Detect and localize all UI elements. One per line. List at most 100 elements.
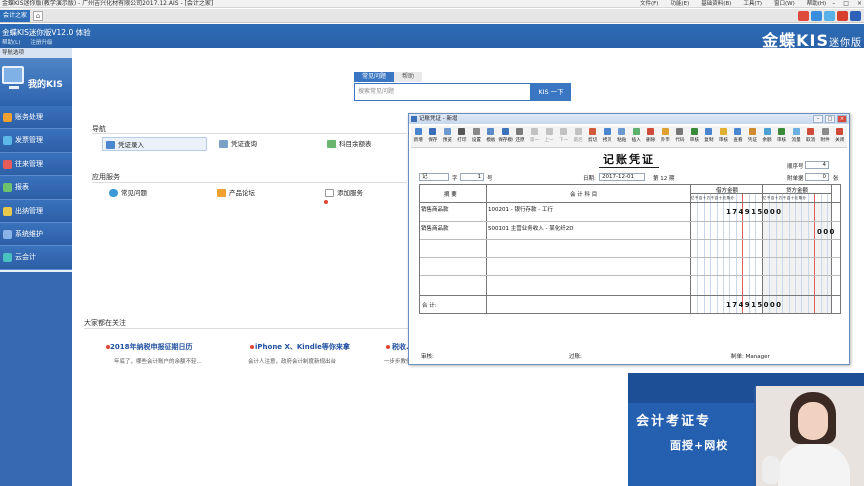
row-account[interactable]: 500101 主营业务收入 - 某化纤2D: [488, 224, 573, 232]
toolbar-button[interactable]: 余额: [760, 126, 775, 147]
link-voucher-entry[interactable]: 凭证录入: [102, 137, 207, 151]
link-forum[interactable]: 产品论坛: [214, 186, 255, 200]
home-icon[interactable]: ⌂: [33, 11, 43, 21]
toolbar-button[interactable]: 预览: [440, 126, 455, 147]
menu-basic-data[interactable]: 基础资料(B): [701, 0, 731, 8]
menu-function[interactable]: 功能(E): [670, 0, 689, 8]
toolbar-button[interactable]: 上一: [542, 126, 557, 147]
toolbar-button[interactable]: 审核: [774, 126, 789, 147]
search-button[interactable]: KIS 一下: [531, 83, 571, 101]
close-button[interactable]: ×: [837, 115, 847, 123]
maximize-button[interactable]: □: [825, 115, 835, 123]
sidebar-item-cloud[interactable]: 云会计: [0, 246, 72, 270]
row-summary[interactable]: 销售商品款: [421, 224, 449, 232]
toolbar-button[interactable]: 模板: [484, 126, 499, 147]
app-icon[interactable]: [811, 11, 822, 21]
toolbar-icon: [647, 128, 655, 135]
minimize-button[interactable]: –: [813, 115, 823, 123]
news-item-sub[interactable]: 年底了，哪些会计账户的余额不轻...: [114, 357, 202, 365]
toolbar-button[interactable]: 代码: [673, 126, 688, 147]
sidebar-item-cashier[interactable]: 出纳管理: [0, 199, 72, 223]
toolbar-button[interactable]: 最后: [571, 126, 586, 147]
news-item-title[interactable]: iPhone X、Kindle等你来拿: [255, 342, 350, 352]
toolbar-label: 还原: [515, 138, 525, 143]
tab-accounting-home[interactable]: 会计之家: [0, 10, 30, 22]
app-icon[interactable]: [798, 11, 809, 21]
app-icon[interactable]: [850, 11, 861, 21]
toolbar-button[interactable]: 还原: [513, 126, 528, 147]
toolbar-button[interactable]: 关闭: [832, 126, 847, 147]
register-link[interactable]: 注册升级: [30, 38, 52, 46]
toolbar-button[interactable]: 保存: [426, 126, 441, 147]
toolbar-button[interactable]: 附件: [818, 126, 833, 147]
row-credit-amount[interactable]: 000: [817, 228, 836, 236]
menu-window[interactable]: 窗口(W): [774, 0, 795, 8]
sidebar-item-label: 往来管理: [15, 159, 43, 168]
toolbar-button[interactable]: 剪切: [585, 126, 600, 147]
sidebar-item-invoice[interactable]: 发票管理: [0, 129, 72, 153]
toolbar-button[interactable]: 打印: [455, 126, 470, 147]
minimize-button[interactable]: –: [832, 0, 835, 8]
toolbar-button[interactable]: 复制: [702, 126, 717, 147]
sidebar-my-kis[interactable]: 我的KIS: [0, 58, 72, 106]
report-icon: [3, 183, 12, 193]
cloud-icon: [3, 253, 12, 263]
tab-faq[interactable]: 常见问题: [354, 72, 395, 82]
toolbar-button[interactable]: 审核: [716, 126, 731, 147]
globe-icon: [109, 189, 118, 197]
toolbar-button[interactable]: 第一: [527, 126, 542, 147]
sidebar-item-accounting[interactable]: 账务处理: [0, 106, 72, 130]
attachments-input[interactable]: 0: [805, 173, 829, 181]
toolbar-button[interactable]: 插入: [629, 126, 644, 147]
toolbar-label: 拷贝: [602, 138, 612, 143]
total-debit-amount: 174915000: [726, 301, 783, 309]
menu-help[interactable]: 帮助(H): [807, 0, 826, 8]
menu-file[interactable]: 文件(F): [640, 0, 658, 8]
app-icon[interactable]: [824, 11, 835, 21]
maximize-button[interactable]: □: [843, 0, 849, 8]
toolbar-button[interactable]: 凭证: [745, 126, 760, 147]
news-item-sub[interactable]: 会计人注意，政府会计制度新规出台: [248, 357, 336, 365]
link-faq[interactable]: 常见问题: [106, 186, 147, 200]
toolbar-button[interactable]: 取消: [803, 126, 818, 147]
toolbar-icon: [661, 128, 669, 135]
toolbar-button[interactable]: 下一: [556, 126, 571, 147]
toolbar-button[interactable]: 保存模板: [498, 126, 513, 147]
toolbar-button[interactable]: 审核: [687, 126, 702, 147]
tab-help[interactable]: 帮助: [394, 72, 423, 82]
sidebar-item-reports[interactable]: 报表: [0, 176, 72, 200]
app-icon[interactable]: [837, 11, 848, 21]
menu-tools[interactable]: 工具(T): [743, 0, 762, 8]
close-button[interactable]: ×: [857, 0, 862, 8]
row-debit-amount[interactable]: 174915000: [726, 208, 782, 216]
link-voucher-query[interactable]: 凭证查询: [216, 137, 257, 151]
toolbar-button[interactable]: 流量: [789, 126, 804, 147]
toolbar-label: 打印: [457, 138, 467, 143]
news-item-title[interactable]: 2018年纳税申报征期日历: [110, 342, 192, 352]
row-account[interactable]: 100201 - 银行存款 - 工行: [488, 205, 553, 213]
voucher-type-select[interactable]: 记: [419, 173, 449, 181]
toolbar-button[interactable]: 设置: [469, 126, 484, 147]
help-link[interactable]: 帮助(L): [2, 38, 20, 46]
divider: [92, 182, 407, 183]
toolbar-button[interactable]: 查看: [731, 126, 746, 147]
toolbar-button[interactable]: 外币: [658, 126, 673, 147]
voucher-number-input[interactable]: 1: [460, 173, 484, 181]
row-summary[interactable]: 销售商品款: [421, 205, 449, 213]
ledger-icon: [3, 113, 12, 122]
date-input[interactable]: 2017-12-01: [599, 173, 645, 181]
sidebar-item-receivables[interactable]: 往来管理: [0, 152, 72, 177]
sidebar-item-maintenance[interactable]: 系统维护: [0, 222, 72, 247]
search-input[interactable]: 搜索常见问题: [354, 83, 531, 101]
seq-input[interactable]: 4: [805, 161, 829, 169]
toolbar-button[interactable]: 新增: [411, 126, 426, 147]
toolbar-button[interactable]: 删除: [644, 126, 659, 147]
toolbar-icon: [472, 128, 480, 135]
link-add-service[interactable]: 添加服务: [322, 186, 363, 200]
link-account-balance[interactable]: 科目余额表: [324, 137, 372, 151]
toolbar-button[interactable]: 粘贴: [614, 126, 629, 147]
toolbar-label: 审核: [776, 138, 787, 143]
toolbar-icon: [807, 128, 815, 135]
debit-digit-header: 亿千百十万千百十元角分: [691, 196, 735, 200]
toolbar-button[interactable]: 拷贝: [600, 126, 615, 147]
